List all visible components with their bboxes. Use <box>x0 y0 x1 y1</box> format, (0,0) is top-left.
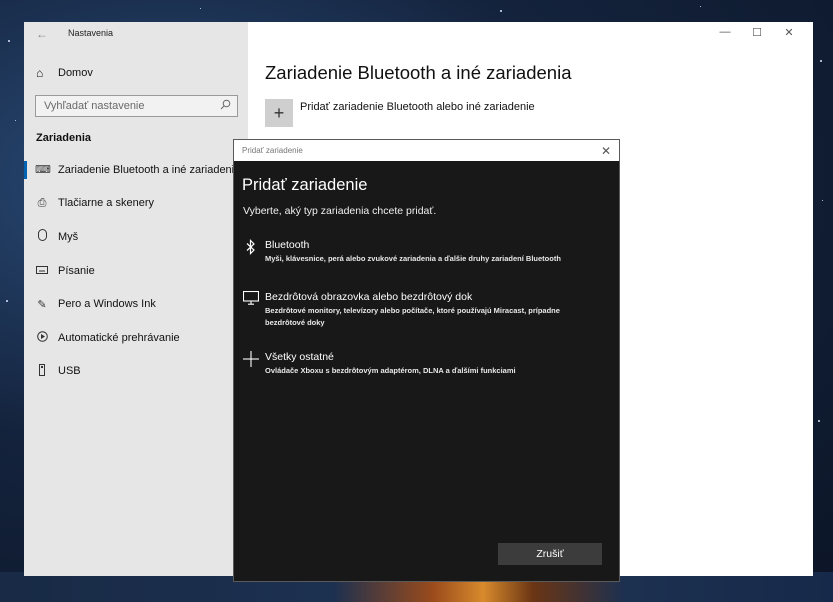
dialog-titlebar: Pridať zariadenie ✕ <box>234 140 619 161</box>
option-desc: Ovládače Xboxu s bezdrôtovým adaptérom, … <box>265 366 516 375</box>
add-device-dialog: Pridať zariadenie ✕ Pridať zariadenie Vy… <box>234 140 619 581</box>
plus-icon: + <box>265 99 293 127</box>
option-desc: Myši, klávesnice, perá alebo zvukové zar… <box>265 254 561 263</box>
option-desc: Bezdrôtové monitory, televízory alebo po… <box>265 306 560 327</box>
printer-icon: ⎙ <box>37 196 47 209</box>
option-title: Všetky ostatné <box>265 351 334 363</box>
option-everything-else[interactable]: Všetky ostatné Ovládače Xboxu s bezdrôto… <box>240 351 595 377</box>
maximize-icon[interactable]: ☐ <box>741 26 773 39</box>
option-wireless-display[interactable]: Bezdrôtová obrazovka alebo bezdrôtový do… <box>240 290 595 328</box>
sidebar-item-pen[interactable]: ✎ Pero a Windows Ink <box>24 287 248 321</box>
pen-icon: ✎ <box>37 298 47 311</box>
sidebar-item-typing[interactable]: Písanie <box>24 254 248 288</box>
plus-icon <box>240 351 262 377</box>
dialog-body: Pridať zariadenie Vyberte, aký typ zaria… <box>234 161 619 581</box>
page-title: Zariadenie Bluetooth a iné zariadenia <box>265 62 572 83</box>
section-title: Zariadenia <box>36 132 92 144</box>
search-icon[interactable] <box>220 99 231 113</box>
dialog-prompt: Vyberte, aký typ zariadenia chcete prida… <box>243 205 437 217</box>
keyboard-icon <box>35 265 49 277</box>
search-input[interactable]: Vyhľadať nastavenie <box>35 95 238 117</box>
sidebar-item-label: Zariadenie Bluetooth a iné zariadenia <box>58 163 241 176</box>
window-controls: — ☐ ✕ <box>709 26 805 39</box>
sidebar-item-label: Automatické prehrávanie <box>58 331 180 344</box>
add-device-label: Pridať zariadenie Bluetooth alebo iné za… <box>300 101 535 113</box>
sidebar-item-usb[interactable]: USB <box>24 355 248 389</box>
option-title: Bezdrôtová obrazovka alebo bezdrôtový do… <box>265 291 473 303</box>
star <box>6 300 8 302</box>
back-icon[interactable]: ← <box>36 27 48 41</box>
cancel-button[interactable]: Zrušiť <box>498 543 602 565</box>
add-device-button[interactable]: + Pridať zariadenie Bluetooth alebo iné … <box>265 99 535 127</box>
usb-icon <box>35 363 49 379</box>
sidebar-item-label: Pero a Windows Ink <box>58 298 156 311</box>
sidebar-item-label: Myš <box>58 230 79 243</box>
star <box>820 60 822 62</box>
close-icon[interactable]: ✕ <box>773 26 805 39</box>
minimize-icon[interactable]: — <box>709 26 741 39</box>
autoplay-icon <box>35 330 49 345</box>
nav-list: ⌨ Zariadenie Bluetooth a iné zariadenia … <box>24 153 248 388</box>
star <box>700 6 701 7</box>
star <box>200 8 201 9</box>
option-title: Bluetooth <box>265 239 310 251</box>
sidebar-item-mouse[interactable]: Myš <box>24 220 248 254</box>
star <box>8 40 10 42</box>
sidebar-item-label: Písanie <box>58 264 95 277</box>
home-icon: ⌂ <box>36 66 44 80</box>
app-title: Nastavenia <box>68 28 114 38</box>
home-link[interactable]: ⌂ Domov <box>36 66 93 80</box>
dialog-window-title: Pridať zariadenie <box>242 146 303 155</box>
sidebar-item-printers[interactable]: ⎙ Tlačiarne a skenery <box>24 187 248 221</box>
dialog-heading: Pridať zariadenie <box>242 176 368 194</box>
sidebar-item-label: Tlačiarne a skenery <box>58 197 154 210</box>
star <box>822 200 823 201</box>
monitor-icon <box>240 290 262 328</box>
mouse-icon <box>35 229 49 244</box>
star <box>818 420 820 422</box>
sidebar-item-label: USB <box>58 365 81 378</box>
star <box>500 10 502 12</box>
bluetooth-icon <box>240 239 262 265</box>
dialog-close-icon[interactable]: ✕ <box>601 144 611 158</box>
sidebar: ← Nastavenia ⌂ Domov Vyhľadať nastavenie… <box>24 22 248 576</box>
bluetooth-devices-icon: ⌨ <box>35 164 51 177</box>
home-label: Domov <box>58 67 93 79</box>
search-placeholder: Vyhľadať nastavenie <box>44 100 145 112</box>
sidebar-item-autoplay[interactable]: Automatické prehrávanie <box>24 321 248 355</box>
option-bluetooth[interactable]: Bluetooth Myši, klávesnice, perá alebo z… <box>240 239 595 265</box>
star <box>15 120 16 121</box>
sidebar-item-bluetooth[interactable]: ⌨ Zariadenie Bluetooth a iné zariadenia <box>24 153 248 187</box>
